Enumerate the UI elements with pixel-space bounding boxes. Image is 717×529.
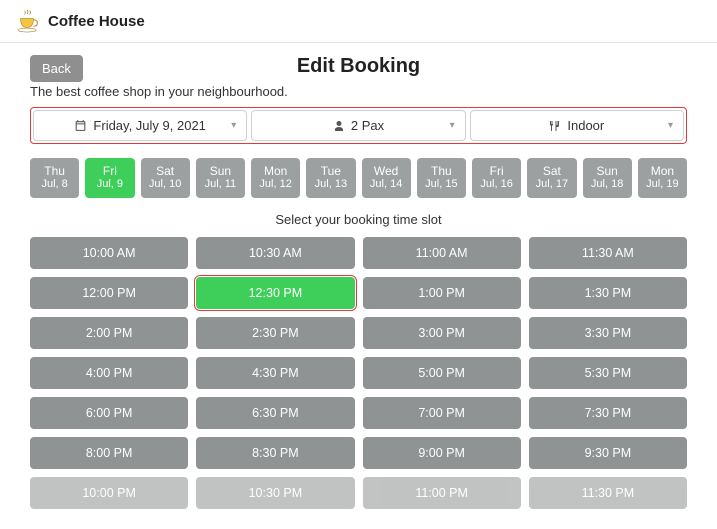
person-icon xyxy=(333,120,345,132)
date-md: Jul, 16 xyxy=(474,178,519,191)
date-selector[interactable]: Friday, July 9, 2021 ▾ xyxy=(33,110,247,141)
time-slot[interactable]: 11:30 PM xyxy=(529,477,687,509)
date-md: Jul, 13 xyxy=(308,178,353,191)
date-dow: Thu xyxy=(32,164,77,178)
date-tile[interactable]: TueJul, 13 xyxy=(306,158,355,198)
date-md: Jul, 9 xyxy=(87,178,132,191)
area-selector-value: Indoor xyxy=(567,118,604,133)
back-button[interactable]: Back xyxy=(30,55,83,82)
date-md: Jul, 8 xyxy=(32,178,77,191)
time-slot[interactable]: 6:30 PM xyxy=(196,397,354,429)
time-slot[interactable]: 10:30 PM xyxy=(196,477,354,509)
time-slot[interactable]: 7:00 PM xyxy=(363,397,521,429)
time-slot[interactable]: 11:00 PM xyxy=(363,477,521,509)
time-slot[interactable]: 1:30 PM xyxy=(529,277,687,309)
pax-selector-value: 2 Pax xyxy=(351,118,384,133)
utensils-icon xyxy=(549,120,561,132)
date-tile[interactable]: MonJul, 19 xyxy=(638,158,687,198)
date-tile[interactable]: SatJul, 17 xyxy=(527,158,576,198)
date-md: Jul, 12 xyxy=(253,178,298,191)
app-header: Coffee House xyxy=(0,0,717,43)
date-md: Jul, 19 xyxy=(640,178,685,191)
date-dow: Fri xyxy=(474,164,519,178)
dates-row: ThuJul, 8FriJul, 9SatJul, 10SunJul, 11Mo… xyxy=(30,158,687,198)
date-tile[interactable]: SatJul, 10 xyxy=(141,158,190,198)
time-slot[interactable]: 2:00 PM xyxy=(30,317,188,349)
date-tile[interactable]: FriJul, 9 xyxy=(85,158,134,198)
date-dow: Sun xyxy=(198,164,243,178)
time-slot[interactable]: 12:30 PM xyxy=(196,277,354,309)
time-slot[interactable]: 7:30 PM xyxy=(529,397,687,429)
date-tile[interactable]: WedJul, 14 xyxy=(362,158,411,198)
date-tile[interactable]: FriJul, 16 xyxy=(472,158,521,198)
slot-heading: Select your booking time slot xyxy=(30,212,687,227)
date-tile[interactable]: SunJul, 18 xyxy=(583,158,632,198)
pax-selector[interactable]: 2 Pax ▾ xyxy=(251,110,465,141)
date-dow: Wed xyxy=(364,164,409,178)
content: Back Edit Booking The best coffee shop i… xyxy=(0,43,717,529)
time-slot[interactable]: 11:00 AM xyxy=(363,237,521,269)
date-dow: Mon xyxy=(640,164,685,178)
time-slot[interactable]: 10:00 PM xyxy=(30,477,188,509)
time-slot[interactable]: 11:30 AM xyxy=(529,237,687,269)
time-slot[interactable]: 2:30 PM xyxy=(196,317,354,349)
date-md: Jul, 14 xyxy=(364,178,409,191)
shop-name: Coffee House xyxy=(48,13,145,30)
date-dow: Fri xyxy=(87,164,132,178)
date-dow: Mon xyxy=(253,164,298,178)
calendar-icon xyxy=(74,119,87,132)
chevron-down-icon: ▾ xyxy=(231,120,236,131)
selector-row: Friday, July 9, 2021 ▾ 2 Pax ▾ Indoor ▾ xyxy=(30,107,687,144)
time-slot[interactable]: 12:00 PM xyxy=(30,277,188,309)
chevron-down-icon: ▾ xyxy=(668,120,673,131)
date-md: Jul, 15 xyxy=(419,178,464,191)
date-md: Jul, 18 xyxy=(585,178,630,191)
tagline: The best coffee shop in your neighbourho… xyxy=(30,84,687,99)
time-slot[interactable]: 10:00 AM xyxy=(30,237,188,269)
date-dow: Sat xyxy=(143,164,188,178)
date-md: Jul, 11 xyxy=(198,178,243,191)
date-md: Jul, 17 xyxy=(529,178,574,191)
date-tile[interactable]: ThuJul, 15 xyxy=(417,158,466,198)
date-dow: Thu xyxy=(419,164,464,178)
time-slot[interactable]: 10:30 AM xyxy=(196,237,354,269)
time-slot[interactable]: 5:00 PM xyxy=(363,357,521,389)
date-dow: Sun xyxy=(585,164,630,178)
chevron-down-icon: ▾ xyxy=(450,120,455,131)
time-slot[interactable]: 4:00 PM xyxy=(30,357,188,389)
logo-icon xyxy=(14,8,40,34)
page-title: Edit Booking xyxy=(297,55,420,78)
time-slot[interactable]: 9:30 PM xyxy=(529,437,687,469)
date-tile[interactable]: ThuJul, 8 xyxy=(30,158,79,198)
time-slot[interactable]: 4:30 PM xyxy=(196,357,354,389)
time-slot[interactable]: 3:30 PM xyxy=(529,317,687,349)
date-tile[interactable]: MonJul, 12 xyxy=(251,158,300,198)
title-row: Back Edit Booking xyxy=(30,55,687,78)
slots-grid: 10:00 AM10:30 AM 11:00 AM11:30 AM 12:00 PM… xyxy=(30,237,687,509)
date-dow: Tue xyxy=(308,164,353,178)
date-md: Jul, 10 xyxy=(143,178,188,191)
time-slot[interactable]: 6:00 PM xyxy=(30,397,188,429)
time-slot[interactable]: 9:00 PM xyxy=(363,437,521,469)
date-selector-value: Friday, July 9, 2021 xyxy=(93,118,205,133)
area-selector[interactable]: Indoor ▾ xyxy=(470,110,684,141)
time-slot[interactable]: 8:30 PM xyxy=(196,437,354,469)
time-slot[interactable]: 8:00 PM xyxy=(30,437,188,469)
date-tile[interactable]: SunJul, 11 xyxy=(196,158,245,198)
time-slot[interactable]: 1:00 PM xyxy=(363,277,521,309)
date-dow: Sat xyxy=(529,164,574,178)
time-slot[interactable]: 5:30 PM xyxy=(529,357,687,389)
time-slot[interactable]: 3:00 PM xyxy=(363,317,521,349)
